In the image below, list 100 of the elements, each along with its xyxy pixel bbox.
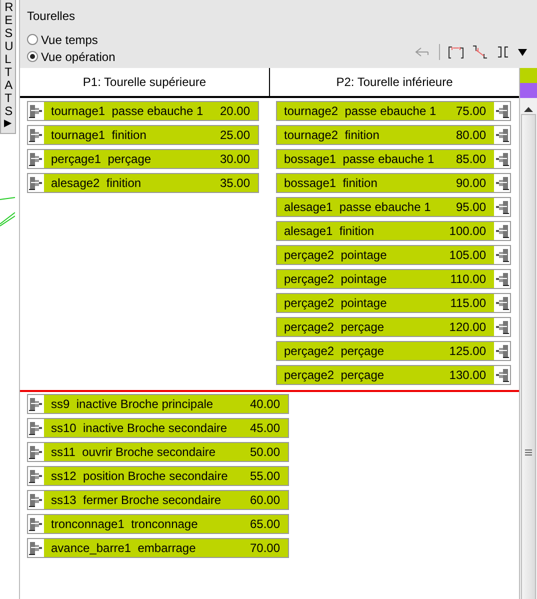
operation-bar[interactable]: ss10 inactive Broche secondaire 45.00	[27, 418, 289, 438]
operation-bar[interactable]: perçage2 perçage 120.00	[276, 317, 511, 337]
operation-bar[interactable]: perçage2 pointage 110.00	[276, 269, 511, 289]
tool-icon	[29, 103, 43, 119]
tool-icon	[495, 127, 509, 143]
operation-label: ss13 fermer Broche secondaire	[50, 493, 222, 507]
graph-lines-drawing	[0, 212, 15, 227]
operation-label: perçage1 perçage	[50, 152, 152, 166]
tool-icon	[495, 247, 509, 263]
operation-label: alesage1 passe ebauche 1	[283, 200, 432, 214]
operation-label: tournage1 passe ebauche 1	[50, 104, 204, 118]
results-tab[interactable]: RESULTATS ▶	[0, 0, 16, 134]
tool-icon	[495, 343, 509, 359]
operation-time: 115.00	[450, 296, 487, 310]
operation-label: bossage1 passe ebauche 1	[283, 152, 436, 166]
operation-bar[interactable]: alesage1 passe ebauche 1 95.00	[276, 197, 511, 217]
operation-bar[interactable]: tournage1 passe ebauche 1 20.00	[27, 101, 259, 121]
operation-time: 105.00	[449, 248, 487, 262]
results-tab-label: RESULTATS	[4, 1, 12, 118]
operation-time: 75.00	[456, 104, 487, 118]
tool-icon	[29, 468, 43, 484]
tool-icon	[495, 175, 509, 191]
graph-line	[0, 196, 15, 200]
operation-bar[interactable]: perçage1 perçage 30.00	[27, 149, 259, 169]
brackets-icon[interactable]	[496, 45, 510, 59]
operation-label: tournage2 passe ebauche 1	[283, 104, 438, 118]
operation-label: perçage2 perçage	[283, 344, 386, 358]
operation-bar[interactable]: perçage2 perçage 125.00	[276, 341, 511, 361]
operation-label: alesage2 finition	[50, 176, 142, 190]
operation-label: perçage2 perçage	[283, 320, 386, 334]
operation-time: 80.00	[456, 128, 487, 142]
radio-dot[interactable]	[27, 34, 38, 45]
tool-icon	[29, 516, 43, 532]
operation-bar[interactable]: ss9 inactive Broche principale 40.00	[27, 394, 289, 414]
operation-label: avance_barre1 embarrage	[50, 541, 197, 555]
grip-icon	[525, 448, 532, 456]
tool-icon	[29, 127, 43, 143]
tool-icon	[29, 492, 43, 508]
radio-dot[interactable]	[27, 51, 38, 62]
tool-icon	[29, 175, 43, 191]
operation-label: perçage2 perçage	[283, 368, 386, 382]
operation-bar[interactable]: perçage2 pointage 105.00	[276, 245, 511, 265]
operation-time: 85.00	[456, 152, 487, 166]
operation-time: 50.00	[250, 445, 281, 459]
tool-icon	[495, 295, 509, 311]
operation-time: 120.00	[449, 320, 487, 334]
operation-time: 95.00	[456, 200, 487, 214]
operation-time: 45.00	[250, 421, 281, 435]
operation-bar[interactable]: tronconnage1 tronconnage 65.00	[27, 514, 289, 534]
operation-label: tronconnage1 tronconnage	[50, 517, 199, 531]
operation-bar[interactable]: ss11 ouvrir Broche secondaire 50.00	[27, 442, 289, 462]
operation-label: tournage2 finition	[283, 128, 380, 142]
operation-bar[interactable]: bossage1 finition 90.00	[276, 173, 511, 193]
bracket-step-icon[interactable]	[472, 44, 488, 60]
operation-label: perçage2 pointage	[283, 272, 388, 286]
operation-bar[interactable]: ss13 fermer Broche secondaire 60.00	[27, 490, 289, 510]
view-radio[interactable]: Vue temps	[27, 32, 98, 47]
panel-title: Tourelles	[27, 8, 76, 25]
operation-time: 110.00	[450, 272, 487, 286]
operation-label: bossage1 finition	[283, 176, 378, 190]
color-swatch	[520, 68, 537, 83]
operation-label: perçage2 pointage	[283, 248, 388, 262]
operation-bar[interactable]: avance_barre1 embarrage 70.00	[27, 538, 289, 558]
operation-bar[interactable]: alesage2 finition 35.00	[27, 173, 259, 193]
operation-time: 55.00	[250, 469, 281, 483]
operation-bar[interactable]: tournage2 finition 80.00	[276, 125, 511, 145]
operation-time: 90.00	[456, 176, 487, 190]
tool-icon	[495, 103, 509, 119]
operation-time: 20.00	[220, 104, 251, 118]
tool-icon	[29, 151, 43, 167]
operation-bar[interactable]: bossage1 passe ebauche 1 85.00	[276, 149, 511, 169]
operation-time: 60.00	[250, 493, 281, 507]
operation-label: alesage1 finition	[283, 224, 376, 238]
operation-bar[interactable]: tournage2 passe ebauche 1 75.00	[276, 101, 511, 121]
operation-label: tournage1 finition	[50, 128, 148, 142]
tool-icon	[29, 396, 43, 412]
tool-icon	[495, 319, 509, 335]
operation-label: ss9 inactive Broche principale	[50, 397, 214, 411]
operation-time: 125.00	[449, 344, 487, 358]
operation-time: 70.00	[250, 541, 281, 555]
operation-bar[interactable]: perçage2 pointage 115.00	[276, 293, 511, 313]
tool-icon	[495, 223, 509, 239]
dropdown-icon[interactable]	[518, 48, 527, 56]
operation-label: ss10 inactive Broche secondaire	[50, 421, 228, 435]
tool-icon	[495, 367, 509, 383]
expand-arrow[interactable]: ▶	[4, 118, 12, 130]
tool-icon	[495, 151, 509, 167]
operation-label: ss11 ouvrir Broche secondaire	[50, 445, 217, 459]
bracket-link-icon[interactable]	[448, 44, 464, 60]
operation-bar[interactable]: ss12 position Broche secondaire 55.00	[27, 466, 289, 486]
operation-time: 40.00	[250, 397, 281, 411]
operation-bar[interactable]: alesage1 finition 100.00	[276, 221, 511, 241]
operation-bar[interactable]: tournage1 finition 25.00	[27, 125, 259, 145]
column-header: P1: Tourelle supérieure	[20, 68, 270, 96]
operation-time: 100.00	[449, 224, 487, 238]
view-radio[interactable]: Vue opération	[27, 49, 116, 64]
scroll-up-icon[interactable]	[524, 106, 533, 112]
operation-bar[interactable]: perçage2 perçage 130.00	[276, 365, 511, 385]
operation-time: 65.00	[250, 517, 281, 531]
operation-time: 130.00	[449, 368, 487, 382]
